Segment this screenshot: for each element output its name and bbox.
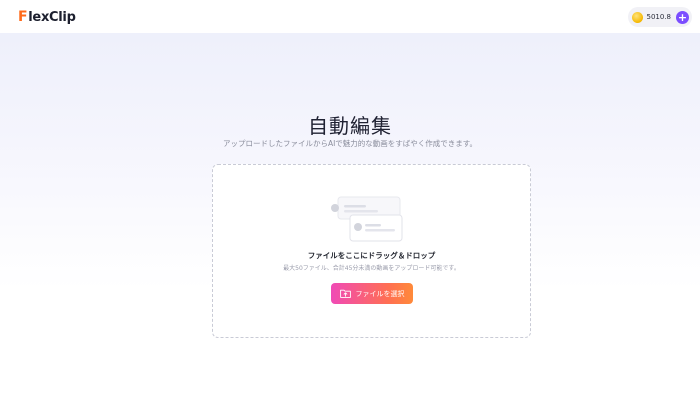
upload-illustration-icon xyxy=(331,196,403,242)
drop-hint: 最大50ファイル、合計45分未満の動画をアップロード可能です。 xyxy=(283,265,460,272)
coin-icon xyxy=(631,11,643,23)
credits-balance[interactable]: 5010.8 + xyxy=(627,7,692,27)
folder-upload-icon xyxy=(339,289,351,298)
logo-text: lexClip xyxy=(28,9,76,25)
page-title: 自動編集 xyxy=(308,114,392,138)
credits-value: 5010.8 xyxy=(646,13,672,21)
file-drop-zone[interactable]: ファイルをここにドラッグ＆ドロップ 最大50ファイル、合計45分未満の動画をアッ… xyxy=(212,164,531,338)
select-file-button[interactable]: ファイルを選択 xyxy=(331,283,413,304)
page-subtitle: アップロードしたファイルからAIで魅力的な動画をすばやく作成できます。 xyxy=(222,139,478,148)
flexclip-logo[interactable]: FlexClip xyxy=(18,8,76,26)
plus-icon[interactable]: + xyxy=(676,10,689,24)
select-file-label: ファイルを選択 xyxy=(355,289,405,298)
drop-label: ファイルをここにドラッグ＆ドロップ xyxy=(307,251,436,260)
flexclip-logo-icon: F xyxy=(18,9,28,25)
top-bar: FlexClip 5010.8 + xyxy=(0,0,700,33)
